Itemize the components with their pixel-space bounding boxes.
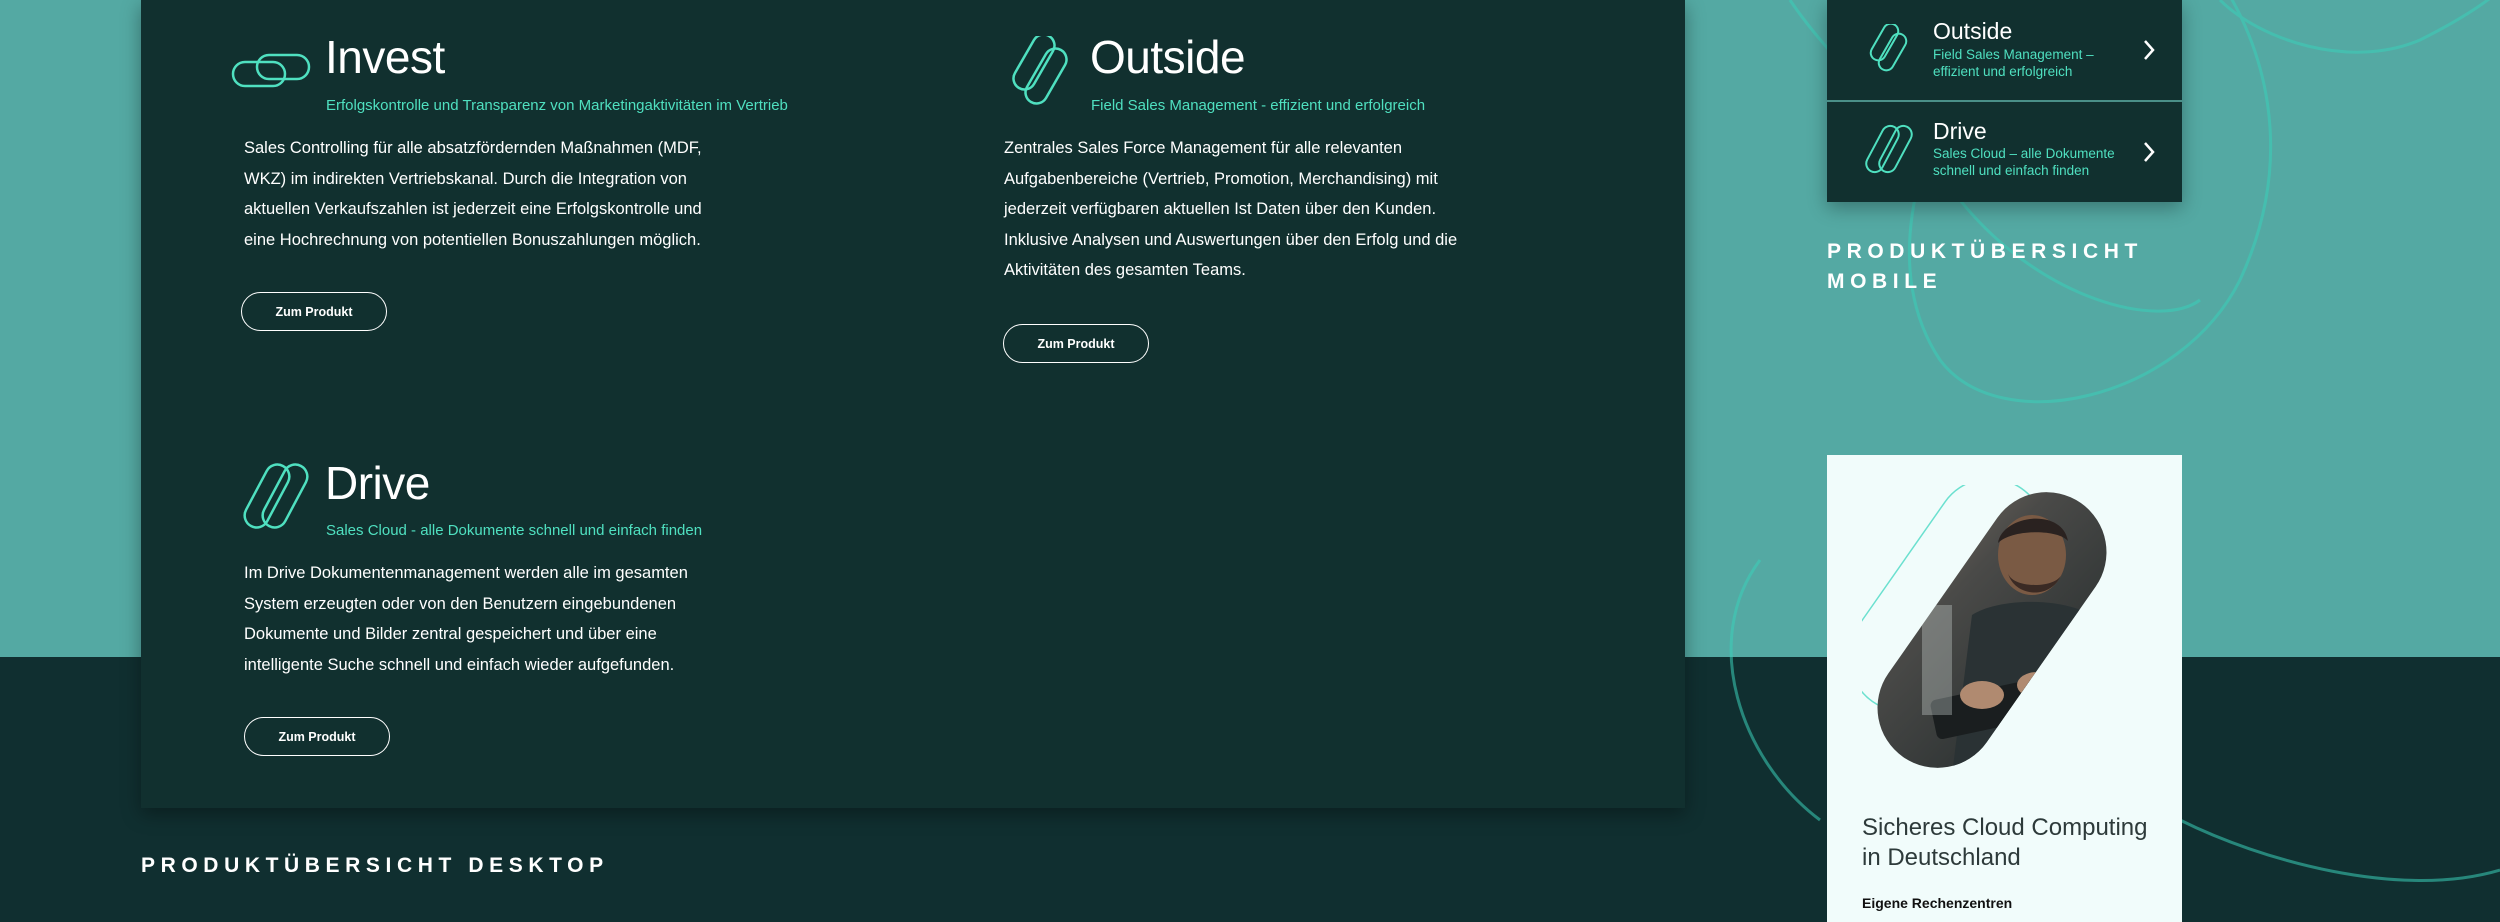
- chevron-right-icon: [2144, 142, 2155, 162]
- mobile-product-menu: Outside Field Sales Management – effizie…: [1827, 0, 2182, 202]
- section-label-desktop: PRODUKTÜBERSICHT DESKTOP: [141, 854, 609, 877]
- product-subtitle: Erfolgskontrolle und Transparenz von Mar…: [326, 97, 788, 114]
- drive-icon: [1865, 124, 1913, 174]
- cloud-computing-card[interactable]: Sicheres Cloud Computing in Deutschland …: [1827, 455, 2182, 922]
- card-subtitle: Eigene Rechenzentren: [1862, 895, 2013, 911]
- chevron-right-icon: [2144, 40, 2155, 60]
- product-title: Drive: [325, 457, 430, 509]
- outside-icon: [1869, 24, 1908, 72]
- drive-icon: [243, 463, 309, 529]
- zum-produkt-button[interactable]: Zum Produkt: [1003, 324, 1149, 363]
- desktop-product-panel: Invest Erfolgskontrolle und Transparenz …: [141, 0, 1685, 808]
- zum-produkt-button[interactable]: Zum Produkt: [244, 717, 390, 756]
- menu-item-title: Drive: [1933, 118, 1987, 144]
- product-subtitle: Sales Cloud - alle Dokumente schnell und…: [326, 522, 703, 539]
- menu-item-drive[interactable]: Drive Sales Cloud – alle Dokumente schne…: [1827, 102, 2182, 202]
- invest-icon: [231, 53, 311, 88]
- menu-item-subtitle: Sales Cloud – alle Dokumente schnell und…: [1933, 146, 2115, 178]
- menu-item-title: Outside: [1933, 18, 2013, 44]
- card-title: Sicheres Cloud Computing in Deutschland: [1862, 814, 2148, 871]
- menu-item-subtitle: Field Sales Management – effizient und e…: [1933, 47, 2094, 79]
- product-description: Zentrales Sales Force Management für all…: [1004, 139, 1458, 279]
- man-using-tablet-photo: [1862, 485, 2131, 775]
- product-title: Outside: [1090, 31, 1246, 83]
- product-title: Invest: [325, 31, 445, 83]
- product-description: Sales Controlling für alle absatzfördern…: [244, 139, 702, 249]
- product-subtitle: Field Sales Management - effizient und e…: [1091, 97, 1426, 114]
- menu-item-outside[interactable]: Outside Field Sales Management – effizie…: [1827, 0, 2182, 100]
- zum-produkt-button[interactable]: Zum Produkt: [241, 292, 387, 331]
- product-description: Im Drive Dokumentenmanagement werden all…: [244, 564, 688, 674]
- outside-icon: [1012, 36, 1068, 105]
- section-label-mobile: PRODUKTÜBERSICHT MOBILE: [1827, 240, 2143, 293]
